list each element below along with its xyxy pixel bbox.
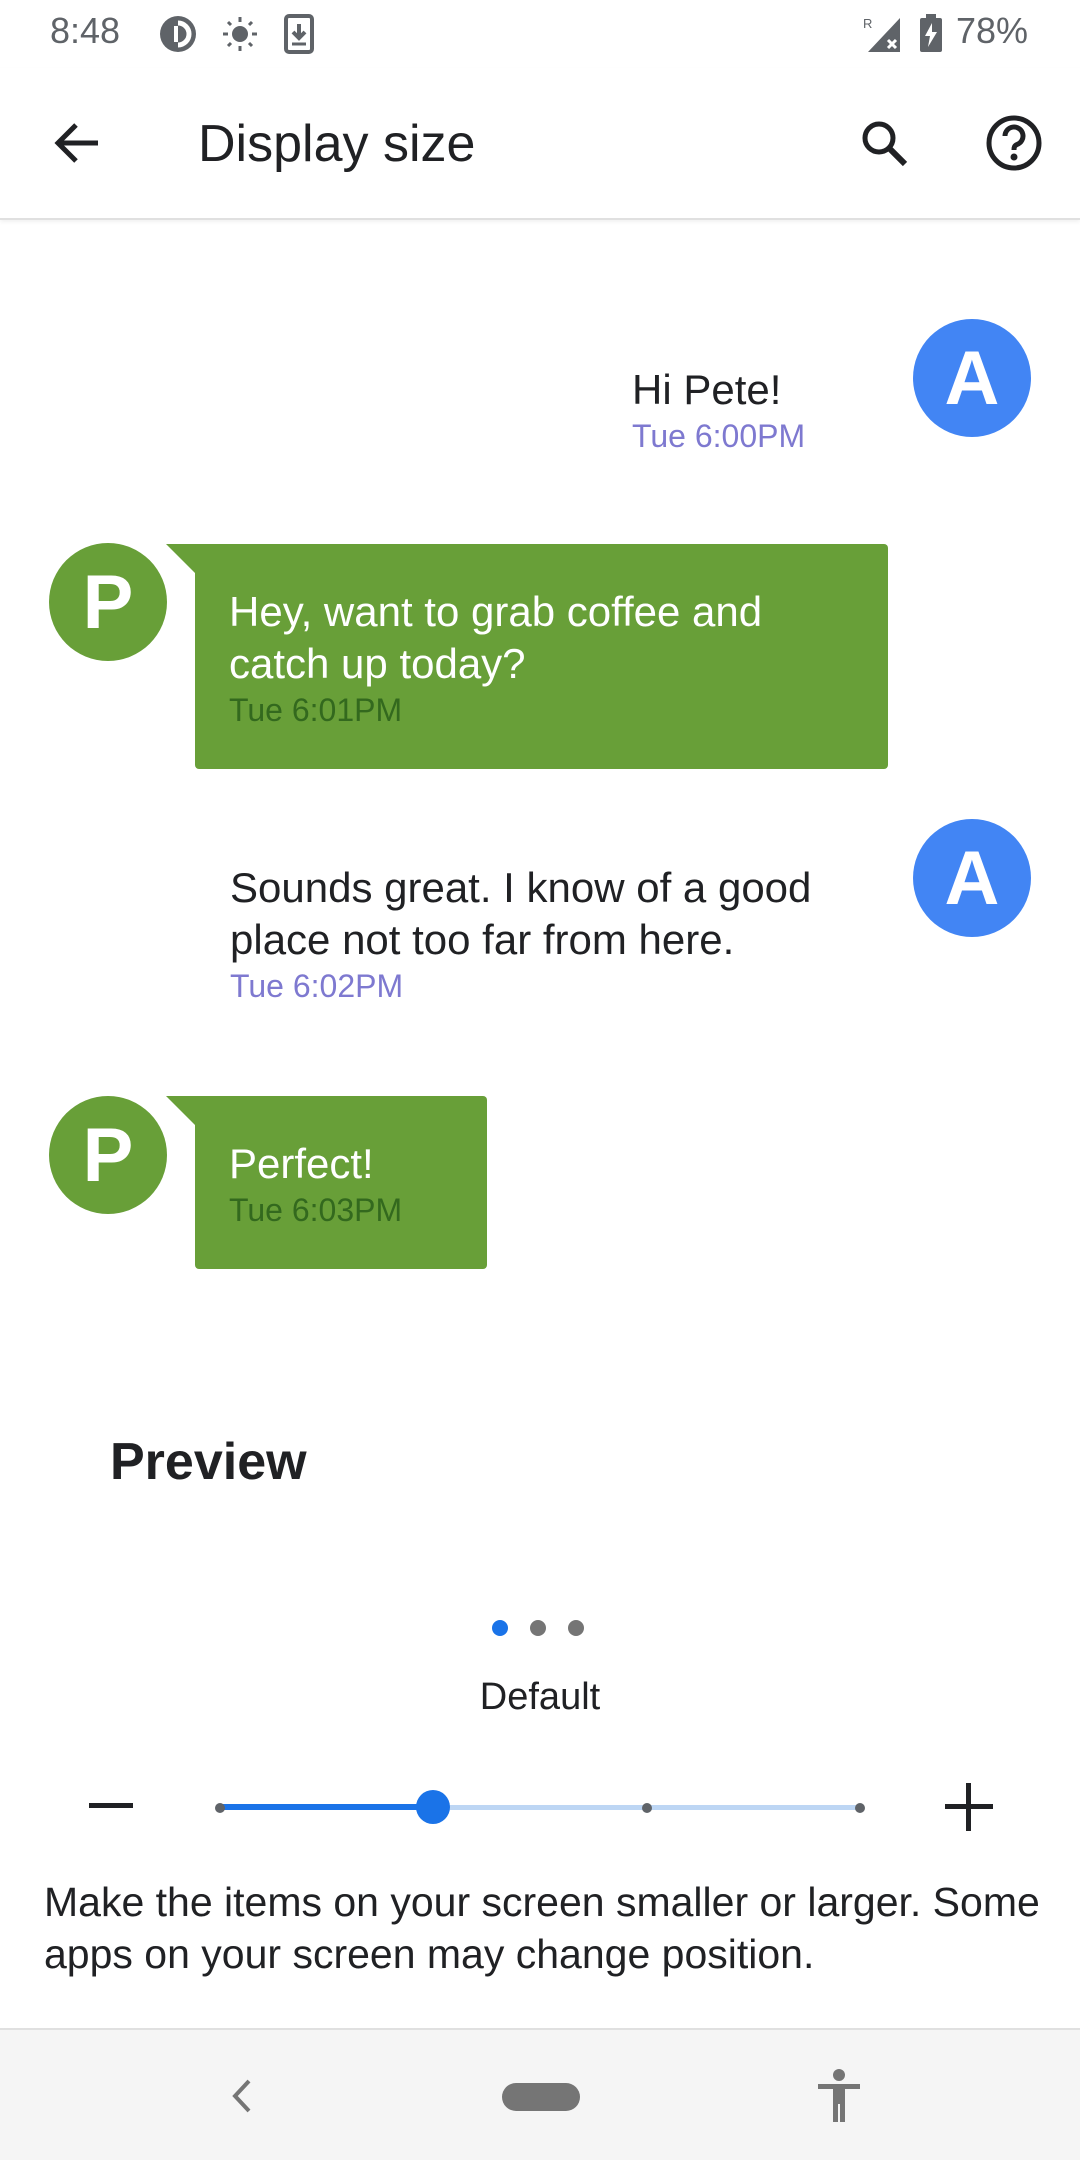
page-dot [530,1620,546,1636]
message-4: Perfect! Tue 6:03PM [195,1096,487,1269]
slider-tick [855,1803,865,1813]
navigation-bar [0,2028,1080,2160]
decrease-size-button[interactable] [74,1770,148,1844]
svg-text:R: R [863,16,872,31]
help-button[interactable] [974,108,1054,178]
slider-tick [215,1803,225,1813]
search-icon [862,121,908,167]
page-dot [568,1620,584,1636]
slider-tick [641,1803,652,1813]
message-3: Sounds great. I know of a good place not… [230,862,870,1006]
message-2: Hey, want to grab coffee and catch up to… [195,544,888,769]
battery-charging-icon [918,14,944,59]
status-bar: 8:48 R 78% [0,0,1080,68]
signal-roaming-icon: R [862,14,904,59]
message-text: Perfect! [229,1140,374,1187]
avatar: P [49,543,167,661]
back-button[interactable] [38,108,116,178]
pocket-casts-icon [158,14,198,59]
back-arrow-icon [54,123,98,163]
preview-label: Preview [110,1433,307,1491]
accessibility-button[interactable] [808,2064,870,2128]
help-icon [986,115,1042,171]
minus-icon [89,1803,133,1808]
nav-home-button[interactable] [502,2083,580,2111]
display-size-label: Default [479,1676,601,1718]
slider-track-fill [220,1804,434,1810]
accessibility-icon [818,2069,860,2122]
message-time: Tue 6:02PM [230,968,404,1004]
message-time: Tue 6:00PM [632,418,806,454]
brightness-icon [220,14,260,59]
plus-icon [945,1783,993,1831]
avatar: P [49,1096,167,1214]
status-time: 8:48 [50,10,121,51]
display-size-slider[interactable] [215,1787,865,1827]
increase-size-button[interactable] [932,1770,1006,1844]
battery-percentage: 78% [955,10,1028,51]
slider-thumb[interactable] [416,1790,451,1824]
message-text: Hey, want to grab coffee and catch up to… [229,588,763,687]
message-time: Tue 6:01PM [229,692,403,728]
description-text: Make the items on your screen smaller or… [44,1879,1040,1977]
download-icon [282,14,316,59]
message-text: Sounds great. I know of a good place not… [230,864,812,963]
app-bar: Display size [0,68,1080,220]
page-indicator [492,1620,584,1636]
search-button[interactable] [844,108,924,178]
message-1: Hi Pete! Tue 6:00PM [632,364,805,456]
nav-back-button[interactable] [214,2066,270,2126]
avatar: A [913,319,1031,437]
avatar: A [913,819,1031,937]
page-title: Display size [198,115,476,173]
message-text: Hi Pete! [632,366,782,413]
page-dot-active [492,1620,508,1636]
message-time: Tue 6:03PM [229,1192,403,1228]
chevron-left-icon [232,2079,251,2113]
